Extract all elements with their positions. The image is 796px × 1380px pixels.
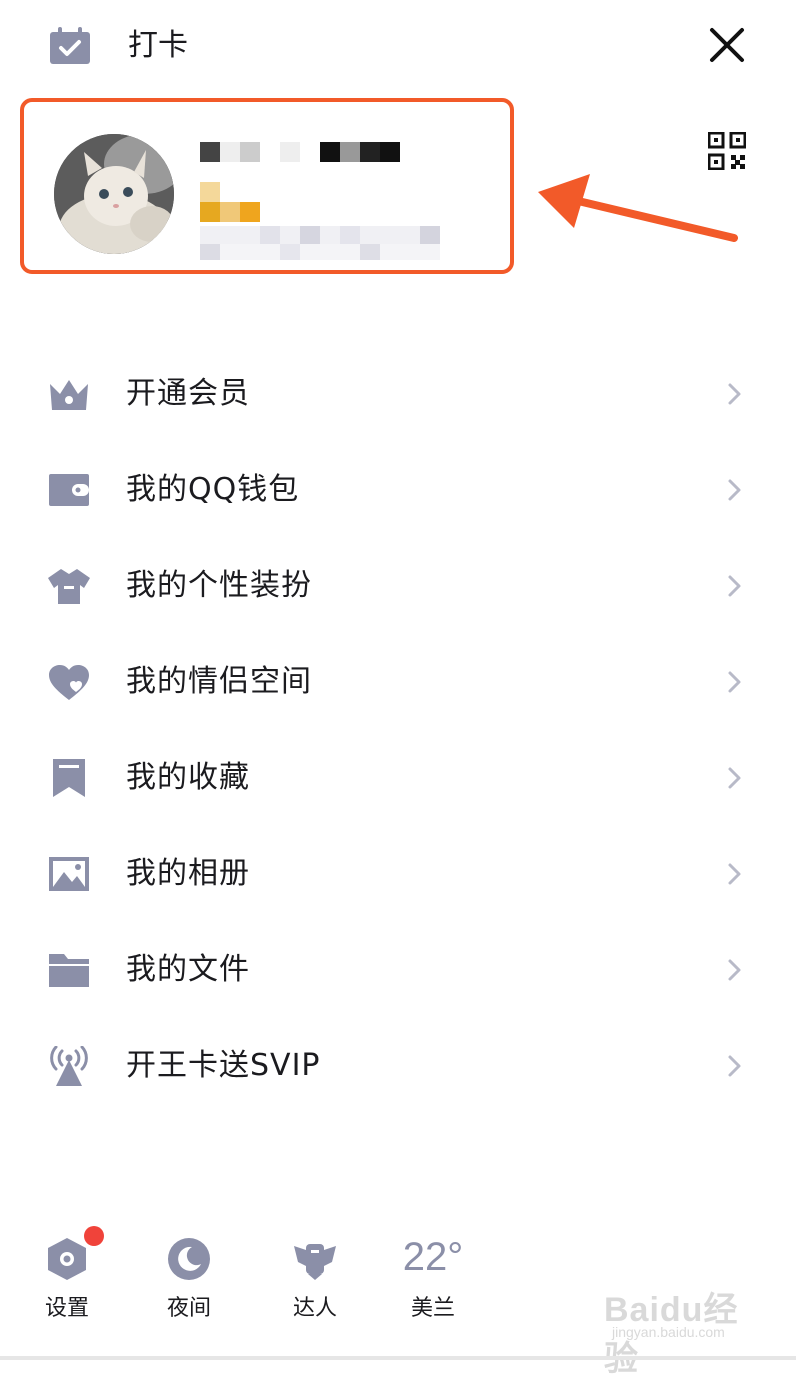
menu-item-favorites[interactable]: 我的收藏 <box>0 730 796 826</box>
expert-label: 达人 <box>292 1296 337 1321</box>
weather-temperature: 22° <box>402 1235 464 1279</box>
menu-item-vip[interactable]: 开通会员 <box>0 346 796 442</box>
chevron-right-icon <box>728 575 741 597</box>
night-mode-button[interactable]: 夜间 <box>144 1230 234 1330</box>
night-mode-label: 夜间 <box>166 1296 211 1321</box>
chevron-right-icon <box>728 383 741 405</box>
chevron-right-icon <box>728 1055 741 1077</box>
winged-badge-icon <box>294 1244 336 1280</box>
gear-icon <box>48 1238 86 1280</box>
weather-city: 美兰 <box>410 1296 455 1321</box>
menu-item-dressup[interactable]: 我的个性装扮 <box>0 538 796 634</box>
watermark-url: jingyan.baidu.com <box>612 1324 725 1340</box>
chevron-right-icon <box>728 671 741 693</box>
notification-badge <box>84 1226 104 1246</box>
menu-label-couple: 我的情侣空间 <box>126 664 312 699</box>
moon-icon <box>168 1238 210 1280</box>
settings-button[interactable]: 设置 <box>22 1230 112 1330</box>
settings-label: 设置 <box>44 1296 89 1321</box>
menu-label-kingcard: 开王卡送SVIP <box>126 1048 321 1083</box>
chevron-right-icon <box>728 863 741 885</box>
avatar[interactable] <box>54 134 174 254</box>
menu-item-wallet[interactable]: 我的QQ钱包 <box>0 442 796 538</box>
shirt-icon <box>48 569 90 604</box>
menu-item-kingcard[interactable]: 开王卡送SVIP <box>0 1018 796 1114</box>
menu-label-wallet: 我的QQ钱包 <box>126 472 300 507</box>
chevron-right-icon <box>728 767 741 789</box>
menu-label-favorites: 我的收藏 <box>126 760 250 795</box>
signal-tower-icon <box>50 1046 88 1086</box>
qr-code-icon[interactable] <box>708 132 746 170</box>
folder-icon <box>49 954 89 987</box>
calendar-check-icon[interactable] <box>48 26 92 66</box>
annotation-arrow <box>538 174 738 242</box>
menu-label-dressup: 我的个性装扮 <box>126 568 312 603</box>
chevron-right-icon <box>728 959 741 981</box>
menu-item-couple[interactable]: 我的情侣空间 <box>0 634 796 730</box>
menu-label-vip: 开通会员 <box>126 376 250 411</box>
weather-widget[interactable]: 22° 美兰 <box>388 1230 478 1330</box>
photo-icon <box>49 857 89 891</box>
heart-icon <box>49 665 89 700</box>
expert-button[interactable]: 达人 <box>270 1230 360 1330</box>
menu-item-album[interactable]: 我的相册 <box>0 826 796 922</box>
menu-label-album: 我的相册 <box>126 856 250 891</box>
menu-item-files[interactable]: 我的文件 <box>0 922 796 1018</box>
bookmark-icon <box>53 759 85 797</box>
wallet-icon <box>49 474 89 506</box>
profile-card-highlight[interactable] <box>20 98 514 274</box>
checkin-label[interactable]: 打卡 <box>128 24 188 68</box>
bottom-divider <box>0 1356 796 1360</box>
menu-label-files: 我的文件 <box>126 952 250 987</box>
baidu-watermark: Baidu经验 jingyan.baidu.com <box>604 1282 760 1378</box>
cat-avatar-image <box>54 134 174 254</box>
chevron-right-icon <box>728 479 741 501</box>
close-icon[interactable] <box>704 22 750 68</box>
crown-icon <box>50 380 88 410</box>
